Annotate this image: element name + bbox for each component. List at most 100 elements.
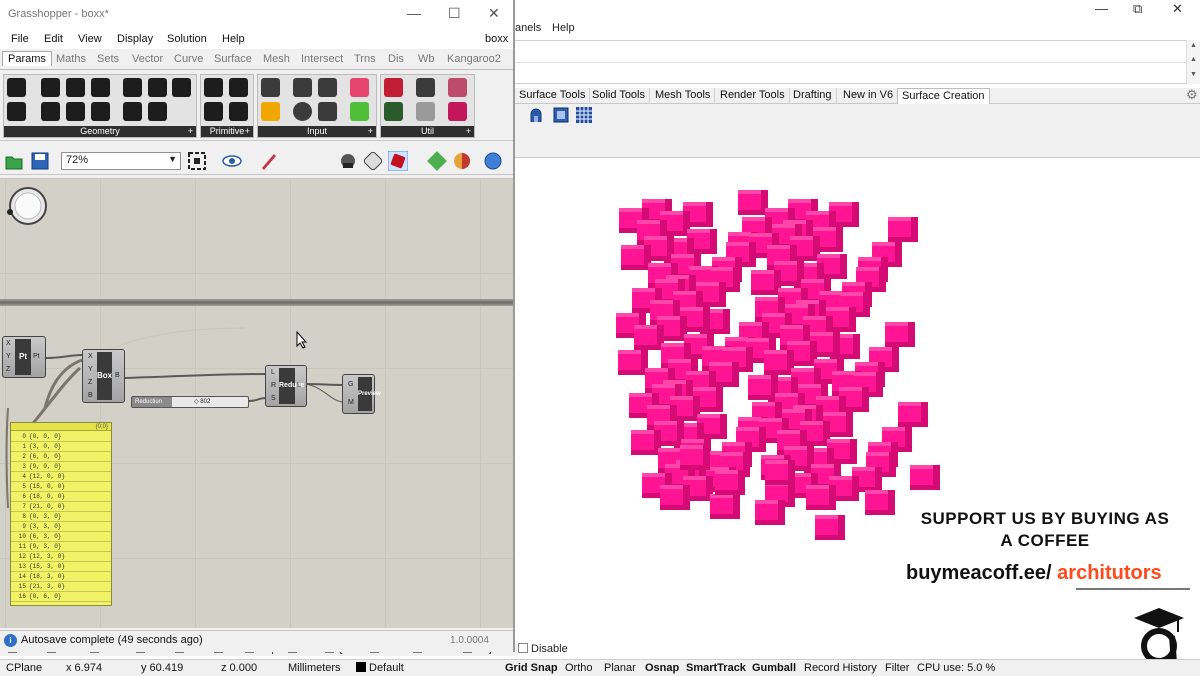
gh-maximize-icon[interactable]: ☐ (448, 5, 461, 22)
gh-titlebar[interactable]: Grasshopper - boxx* — ☐ ✕ (0, 0, 513, 30)
line-param-icon[interactable] (7, 102, 26, 121)
surface-param-icon[interactable] (91, 78, 110, 97)
gh-tab-vector[interactable]: Vector (132, 53, 163, 65)
cplane-label[interactable]: CPlane (6, 662, 42, 674)
preview-selected-icon[interactable] (388, 151, 408, 171)
filter-toggle[interactable]: Filter (885, 662, 909, 674)
flask-icon[interactable] (448, 102, 467, 121)
point-param-icon[interactable] (66, 102, 85, 121)
scroll-mid-icon[interactable]: ▲ (1190, 56, 1197, 63)
sketch-icon[interactable] (261, 102, 280, 121)
box-param-icon[interactable] (123, 102, 142, 121)
gh-tab-dis[interactable]: Dis (388, 53, 404, 65)
osnap-toggle[interactable]: Osnap (645, 662, 679, 674)
osnap-disable[interactable]: Disable (518, 643, 568, 655)
record-history-toggle[interactable]: Record History (804, 662, 877, 674)
network-surface-icon[interactable] (576, 107, 592, 123)
rectangle-param-icon[interactable] (91, 102, 110, 121)
preview-shaded-icon[interactable] (363, 151, 383, 171)
tab-render-tools[interactable]: Render Tools (716, 88, 790, 104)
planar-toggle[interactable]: Planar (604, 662, 636, 674)
reduce-node[interactable]: L R S Reduce L (265, 365, 307, 407)
curve-param-icon[interactable] (66, 78, 85, 97)
gh-tab-mesh[interactable]: Mesh (263, 53, 290, 65)
rhino-close-button[interactable]: ✕ (1172, 1, 1183, 17)
plane-param-icon[interactable] (41, 102, 60, 121)
disable-checkbox[interactable] (518, 643, 528, 653)
scroll-down-icon[interactable]: ▼ (1190, 71, 1197, 78)
tab-surface-creation[interactable]: Surface Creation (897, 88, 990, 104)
list-icon[interactable] (318, 102, 337, 121)
sketch-pen-icon[interactable] (259, 151, 279, 171)
toggle-icon[interactable] (293, 78, 312, 97)
field-param-icon[interactable] (172, 78, 191, 97)
integer-param-icon[interactable] (229, 78, 248, 97)
rhino-minimize-button[interactable]: — (1095, 1, 1108, 16)
gh-tab-kangaroo2[interactable]: Kangaroo2 (447, 53, 501, 65)
gh-menu-file[interactable]: File (11, 33, 29, 45)
cherry-icon[interactable] (384, 78, 403, 97)
scroll-up-icon[interactable]: ▲ (1190, 42, 1197, 49)
arrow-outline-icon[interactable] (416, 102, 435, 121)
gh-menu-edit[interactable]: Edit (44, 33, 63, 45)
geometry-param-icon[interactable] (7, 78, 26, 97)
zoom-extents-icon[interactable] (187, 151, 207, 171)
eye-icon[interactable] (222, 151, 242, 171)
rhino-menu-panels[interactable]: anels (515, 22, 541, 34)
rhino-command-area[interactable] (515, 40, 1186, 84)
gh-minimize-icon[interactable]: — (407, 5, 421, 21)
gh-canvas[interactable]: X Y Z Pt Pt X Y Z B Box B Reduction ◇ 80… (0, 178, 513, 628)
tab-surface-tools[interactable]: Surface Tools (515, 88, 591, 104)
gh-menu-solution[interactable]: Solution (167, 33, 207, 45)
arrow-right-icon[interactable] (416, 78, 435, 97)
tree-icon[interactable] (384, 102, 403, 121)
layer-indicator[interactable]: Default (356, 662, 404, 674)
gh-menu-help[interactable]: Help (222, 33, 245, 45)
tab-mesh-tools[interactable]: Mesh Tools (651, 88, 716, 104)
command-scrollbar[interactable]: ▲ ▲ ▼ (1186, 40, 1200, 84)
gh-tab-wb[interactable]: Wb (418, 53, 435, 65)
boolean-param-icon[interactable] (204, 78, 223, 97)
zoom-select[interactable]: 72% ▼ (61, 152, 181, 170)
gh-tab-intersect[interactable]: Intersect (301, 53, 343, 65)
ortho-toggle[interactable]: Ortho (565, 662, 593, 674)
swatch-icon[interactable] (350, 102, 369, 121)
preview-wireframe-icon[interactable] (338, 151, 358, 171)
brep-param-icon[interactable] (123, 78, 142, 97)
material-sphere-icon[interactable] (452, 151, 472, 171)
grid-snap-toggle[interactable]: Grid Snap (505, 662, 558, 674)
gear-icon[interactable]: ⚙ (1186, 87, 1198, 103)
units-label[interactable]: Millimeters (288, 662, 341, 674)
gh-tab-surface[interactable]: Surface (214, 53, 252, 65)
donation-link[interactable]: buymeacoff.ee/ architutors (906, 562, 1162, 585)
mesh-param-icon[interactable] (148, 78, 167, 97)
rhino-restore-button[interactable]: ⧉ (1133, 1, 1142, 17)
number-param-icon[interactable] (204, 102, 223, 121)
graph-icon[interactable] (318, 78, 337, 97)
tab-new-in-v6[interactable]: New in V6 (839, 88, 899, 104)
gh-tab-curve[interactable]: Curve (174, 53, 203, 65)
points-panel[interactable]: {0;0} 0 {0, 0, 0} 1 {3, 0, 0} 2 {6, 0, 0} 3 {9,… (10, 422, 112, 606)
box-node[interactable]: X Y Z B Box B (82, 349, 125, 403)
button-icon[interactable] (293, 102, 312, 121)
reduction-slider[interactable]: Reduction ◇ 802 (131, 396, 249, 408)
construct-point-node[interactable]: X Y Z Pt Pt (2, 336, 46, 378)
text-param-icon[interactable] (229, 102, 248, 121)
circle-param-icon[interactable] (41, 78, 60, 97)
gumball-toggle[interactable]: Gumball (752, 662, 796, 674)
gh-tab-maths[interactable]: Maths (56, 53, 86, 65)
planar-surface-icon[interactable] (553, 107, 569, 123)
gh-tab-sets[interactable]: Sets (97, 53, 119, 65)
gh-tab-trns[interactable]: Trns (354, 53, 376, 65)
save-file-icon[interactable] (30, 151, 50, 171)
open-file-icon[interactable] (4, 151, 24, 171)
gh-close-icon[interactable]: ✕ (488, 5, 500, 22)
gh-menu-display[interactable]: Display (117, 33, 153, 45)
tab-solid-tools[interactable]: Solid Tools (588, 88, 650, 104)
revolve-surface-icon[interactable] (528, 107, 544, 123)
rhino-menu-help[interactable]: Help (552, 22, 575, 34)
gh-document-name[interactable]: boxx (485, 33, 508, 45)
galapagos-icon[interactable] (448, 78, 467, 97)
import-icon[interactable] (261, 78, 280, 97)
group-param-icon[interactable] (148, 102, 167, 121)
